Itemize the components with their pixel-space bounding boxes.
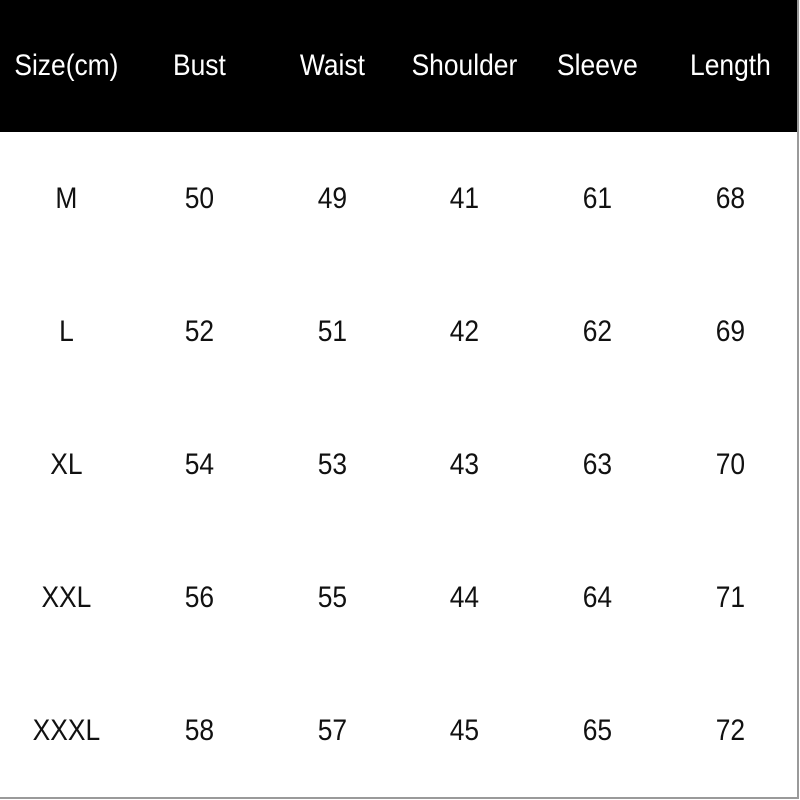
cell-bust: 56 (184, 580, 214, 614)
header-bust: Bust (172, 49, 226, 82)
cell-shoulder: 45 (450, 713, 480, 747)
cell-size: XXXL (32, 713, 101, 747)
cell-sleeve: 61 (583, 181, 613, 215)
table-header-row: Size(cm) Bust Waist Shoulder Sleeve Leng… (0, 0, 797, 132)
table-row: XXXL 58 57 45 65 72 (0, 664, 797, 797)
cell-bust: 58 (184, 713, 214, 747)
header-shoulder: Shoulder (412, 49, 518, 82)
cell-shoulder: 44 (450, 580, 480, 614)
cell-size: XXL (41, 580, 92, 614)
header-length: Length (690, 49, 771, 82)
cell-length: 71 (715, 580, 746, 614)
size-chart-table: Size(cm) Bust Waist Shoulder Sleeve Leng… (0, 0, 799, 799)
cell-sleeve: 64 (583, 580, 613, 614)
table-row: XL 54 53 43 63 70 (0, 398, 797, 531)
cell-sleeve: 62 (583, 314, 613, 348)
cell-waist: 53 (317, 447, 347, 481)
cell-shoulder: 42 (450, 314, 480, 348)
cell-bust: 54 (184, 447, 214, 481)
cell-size: XL (50, 447, 83, 481)
cell-waist: 51 (317, 314, 347, 348)
cell-sleeve: 65 (583, 713, 613, 747)
cell-bust: 52 (184, 314, 214, 348)
header-size: Size(cm) (14, 49, 119, 82)
cell-size: L (59, 314, 74, 348)
header-waist: Waist (299, 49, 365, 82)
cell-length: 69 (715, 314, 746, 348)
table-row: XXL 56 55 44 64 71 (0, 531, 797, 664)
cell-bust: 50 (184, 181, 214, 215)
cell-shoulder: 43 (450, 447, 480, 481)
cell-length: 70 (715, 447, 746, 481)
cell-size: M (55, 181, 78, 215)
cell-waist: 57 (317, 713, 347, 747)
cell-length: 72 (715, 713, 746, 747)
table-row: L 52 51 42 62 69 (0, 265, 797, 398)
header-sleeve: Sleeve (557, 49, 639, 82)
cell-length: 68 (715, 181, 746, 215)
cell-waist: 55 (317, 580, 347, 614)
cell-shoulder: 41 (450, 181, 480, 215)
table-row: M 50 49 41 61 68 (0, 132, 797, 265)
cell-waist: 49 (317, 181, 347, 215)
cell-sleeve: 63 (583, 447, 613, 481)
